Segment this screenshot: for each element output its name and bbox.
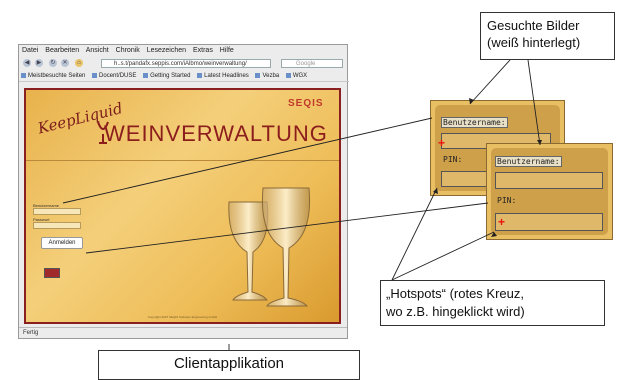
line-to-pin-field <box>85 202 489 254</box>
arrow-to-panel1 <box>469 59 511 105</box>
connector-lines <box>62 59 542 350</box>
arrow-to-hotspot1 <box>391 187 438 281</box>
arrow-to-hotspot2 <box>391 231 495 281</box>
arrow-to-panel2 <box>527 59 541 146</box>
line-to-username-field <box>62 117 433 204</box>
